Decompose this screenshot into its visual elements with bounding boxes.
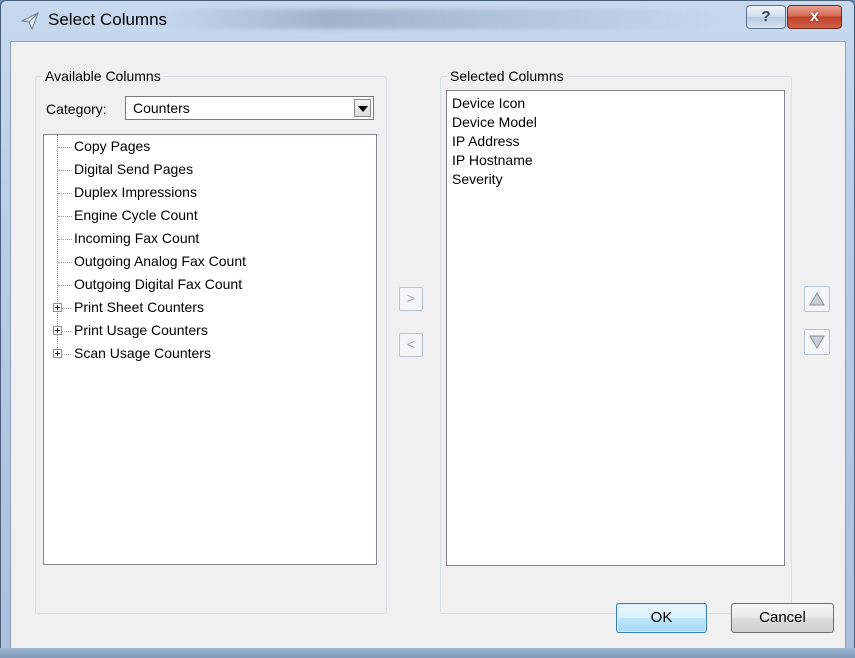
tree-connector (62, 308, 71, 309)
ok-button[interactable]: OK (616, 603, 707, 633)
list-item[interactable]: Device Model (452, 114, 537, 130)
tree-item-label: Outgoing Digital Fax Count (74, 276, 243, 292)
tree-connector (58, 239, 72, 240)
tree-item-label: Duplex Impressions (74, 184, 197, 200)
close-button[interactable]: x (787, 5, 842, 29)
move-up-button[interactable] (804, 286, 830, 312)
tree-connector (58, 216, 72, 217)
list-item[interactable]: IP Hostname (452, 152, 533, 168)
tree-item[interactable]: Outgoing Digital Fax Count (44, 274, 364, 296)
tree-item[interactable]: Digital Send Pages (44, 159, 364, 181)
available-columns-tree[interactable]: Copy Pages Digital Send Pages Duplex Impre… (43, 134, 377, 565)
category-select-value: Counters (133, 100, 190, 116)
tree-item-label: Incoming Fax Count (74, 230, 200, 246)
title-bar[interactable]: Select Columns ? x (1, 1, 854, 41)
remove-column-button[interactable]: < (399, 333, 423, 357)
tree-item-label: Print Usage Counters (74, 322, 208, 338)
tree-item[interactable]: Duplex Impressions (44, 182, 364, 204)
expand-plus-icon[interactable] (53, 326, 62, 335)
tree-connector (62, 331, 71, 332)
triangle-down-icon (809, 335, 825, 349)
selected-columns-list[interactable]: Device Icon Device Model IP Address IP Host… (446, 90, 785, 566)
category-label: Category: (46, 101, 107, 117)
tree-item[interactable]: Print Sheet Counters (44, 297, 364, 319)
list-item[interactable]: Device Icon (452, 95, 525, 111)
tree-item-label: Print Sheet Counters (74, 299, 204, 315)
tree-connector (62, 354, 71, 355)
tree-connector (58, 262, 72, 263)
add-column-button[interactable]: > (399, 287, 423, 311)
cancel-button[interactable]: Cancel (731, 603, 834, 633)
title-bar-glass (161, 9, 721, 29)
paper-plane-icon (21, 12, 39, 30)
category-select[interactable]: Counters (125, 96, 374, 120)
help-button[interactable]: ? (746, 5, 786, 29)
tree-item-label: Outgoing Analog Fax Count (74, 253, 247, 269)
dialog-title: Select Columns (48, 10, 168, 29)
tree-item-label: Copy Pages (74, 138, 151, 154)
selected-columns-legend: Selected Columns (447, 68, 567, 84)
taskbar-strip (0, 648, 855, 658)
tree-item[interactable]: Print Usage Counters (44, 320, 364, 342)
tree-item[interactable]: Incoming Fax Count (44, 228, 364, 250)
triangle-up-icon (809, 292, 825, 306)
tree-connector (58, 170, 72, 171)
tree-item-label: Engine Cycle Count (74, 207, 198, 223)
tree-item[interactable]: Copy Pages (44, 136, 364, 158)
expand-plus-icon[interactable] (53, 303, 62, 312)
chevron-down-icon[interactable] (354, 99, 371, 117)
tree-item-label: Scan Usage Counters (74, 345, 211, 361)
tree-connector (58, 285, 72, 286)
tree-item-label: Digital Send Pages (74, 161, 194, 177)
tree-item[interactable]: Scan Usage Counters (44, 343, 364, 365)
expand-plus-icon[interactable] (53, 349, 62, 358)
list-item[interactable]: IP Address (452, 133, 519, 149)
tree-connector (58, 193, 72, 194)
list-item[interactable]: Severity (452, 171, 503, 187)
tree-item[interactable]: Engine Cycle Count (44, 205, 364, 227)
available-columns-legend: Available Columns (42, 68, 164, 84)
select-columns-dialog: Select Columns ? x Available Columns Cat… (0, 0, 855, 658)
tree-item[interactable]: Outgoing Analog Fax Count (44, 251, 364, 273)
move-down-button[interactable] (804, 329, 830, 355)
tree-connector (58, 147, 72, 148)
